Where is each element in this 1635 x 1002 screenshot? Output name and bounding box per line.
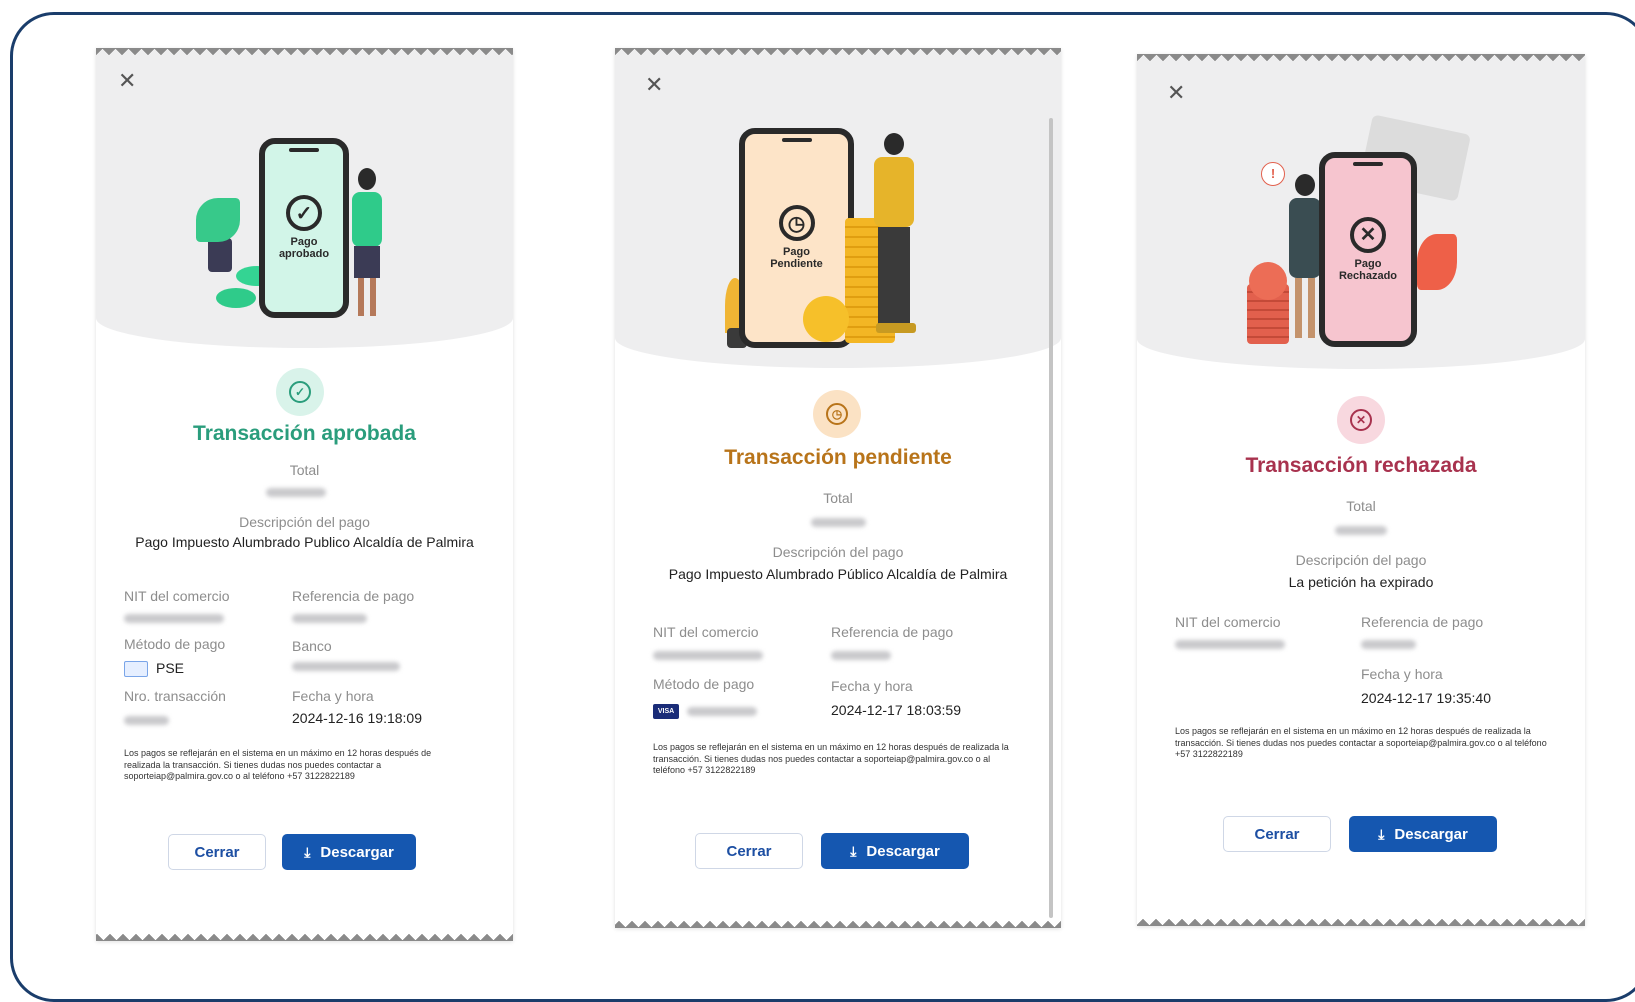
nit-value-redacted xyxy=(1175,640,1285,649)
info-note: Los pagos se reflejarán en el sistema en… xyxy=(653,742,1009,776)
warning-icon: ! xyxy=(1261,162,1285,186)
receipt-rejected: ✕ Pago Rechazado ! ✕ ✕ Transacción recha… xyxy=(1137,54,1585,926)
payment-method-value: VISA xyxy=(653,702,757,719)
status-title: Transacción aprobada xyxy=(193,422,416,445)
clock-icon: ◷ xyxy=(778,205,815,242)
zigzag-top xyxy=(1137,54,1585,63)
total-label: Total xyxy=(289,462,320,478)
payment-method-label: Método de pago xyxy=(124,636,226,652)
transaction-number-redacted xyxy=(124,716,169,725)
info-note: Los pagos se reflejarán en el sistema en… xyxy=(124,748,432,782)
leaf-illustration xyxy=(1417,234,1457,290)
date-label: Fecha y hora xyxy=(831,678,913,694)
download-button[interactable]: ⤓ Descargar xyxy=(821,833,969,869)
zigzag-top xyxy=(615,48,1061,57)
check-icon: ✓ xyxy=(286,195,322,232)
close-button[interactable]: Cerrar xyxy=(1223,816,1331,852)
download-icon: ⤓ xyxy=(304,843,311,860)
reference-label: Referencia de pago xyxy=(292,588,415,604)
info-note: Los pagos se reflejarán en el sistema en… xyxy=(1175,726,1547,760)
visa-icon: VISA xyxy=(653,703,679,719)
bank-label: Banco xyxy=(292,638,332,654)
check-circle-icon: ✓ xyxy=(276,368,324,416)
hero-illustration: ◷ Pago Pendiente xyxy=(615,48,1061,368)
description-label: Descripción del pago xyxy=(772,544,904,560)
date-value: 2024-12-17 18:03:59 xyxy=(831,702,961,718)
date-value: 2024-12-17 19:35:40 xyxy=(1361,690,1491,706)
zigzag-bottom xyxy=(96,932,513,941)
payment-method-value: PSE xyxy=(124,660,185,678)
download-button[interactable]: ⤓ Descargar xyxy=(1349,816,1497,852)
hero-illustration: ✕ Pago Rechazado ! xyxy=(1137,54,1585,369)
close-icon[interactable]: ✕ xyxy=(118,70,136,92)
nit-value-redacted xyxy=(124,614,224,623)
x-circle-icon: ✕ xyxy=(1337,396,1385,444)
description-label: Descripción del pago xyxy=(1295,552,1427,568)
close-button[interactable]: Cerrar xyxy=(168,834,266,870)
phone-label: Pago Rechazado xyxy=(1338,257,1398,282)
reference-value-redacted xyxy=(292,614,367,623)
woman-illustration xyxy=(348,168,386,318)
zigzag-bottom xyxy=(1137,917,1585,926)
clock-circle-icon: ◷ xyxy=(813,390,861,438)
total-value-redacted xyxy=(266,488,326,497)
description-label: Descripción del pago xyxy=(239,514,370,530)
status-title: Transacción rechazada xyxy=(1245,454,1477,477)
nit-label: NIT del comercio xyxy=(653,624,759,640)
receipt-pending: ◷ Pago Pendiente ✕ ◷ Transacción pendien… xyxy=(615,48,1061,928)
pse-icon xyxy=(124,661,148,678)
payment-method-text: PSE xyxy=(156,660,185,676)
reference-value-redacted xyxy=(1361,640,1416,649)
total-value-redacted xyxy=(811,518,866,527)
nit-label: NIT del comercio xyxy=(124,588,230,604)
man-illustration xyxy=(870,133,920,343)
total-label: Total xyxy=(1346,498,1376,514)
date-label: Fecha y hora xyxy=(292,688,374,704)
description-value: Pago Impuesto Alumbrado Publico Alcaldía… xyxy=(135,534,474,550)
nit-value-redacted xyxy=(653,651,763,660)
phone-label: Pago Pendiente xyxy=(770,246,823,270)
card-number-redacted xyxy=(687,706,757,716)
pot-illustration xyxy=(208,238,232,272)
download-button[interactable]: ⤓ Descargar xyxy=(282,834,416,870)
reference-value-redacted xyxy=(831,651,891,660)
phone-label: Pago aprobado xyxy=(278,236,330,260)
coin-illustration xyxy=(1249,262,1287,300)
download-icon: ⤓ xyxy=(850,842,857,859)
reference-label: Referencia de pago xyxy=(1361,614,1484,630)
description-value: La petición ha expirado xyxy=(1288,574,1434,590)
zigzag-top xyxy=(96,48,513,57)
x-icon: ✕ xyxy=(1350,216,1386,253)
close-button[interactable]: Cerrar xyxy=(695,833,803,869)
phone-illustration: ✓ Pago aprobado xyxy=(259,138,349,318)
date-label: Fecha y hora xyxy=(1361,666,1443,682)
description-value: Pago Impuesto Alumbrado Público Alcaldía… xyxy=(668,566,1008,582)
nit-label: NIT del comercio xyxy=(1175,614,1281,630)
coin-illustration xyxy=(803,296,849,342)
transaction-number-label: Nro. transacción xyxy=(124,688,226,704)
reference-label: Referencia de pago xyxy=(831,624,954,640)
download-icon: ⤓ xyxy=(1378,825,1385,842)
date-value: 2024-12-16 19:18:09 xyxy=(292,710,422,726)
zigzag-bottom xyxy=(615,919,1061,928)
plant-illustration xyxy=(196,198,240,242)
coin-stack-illustration xyxy=(216,288,256,308)
scrollbar[interactable] xyxy=(1049,118,1053,918)
total-label: Total xyxy=(823,490,853,506)
payment-method-label: Método de pago xyxy=(653,676,755,692)
status-title: Transacción pendiente xyxy=(724,446,952,469)
phone-illustration: ✕ Pago Rechazado xyxy=(1319,152,1417,347)
close-icon[interactable]: ✕ xyxy=(645,74,663,96)
total-value-redacted xyxy=(1335,526,1387,535)
hero-illustration: ✓ Pago aprobado xyxy=(96,48,513,348)
bank-value-redacted xyxy=(292,662,400,671)
close-icon[interactable]: ✕ xyxy=(1167,82,1185,104)
receipt-approved: ✓ Pago aprobado ✕ ✓ Transacción aprobada… xyxy=(96,48,513,941)
